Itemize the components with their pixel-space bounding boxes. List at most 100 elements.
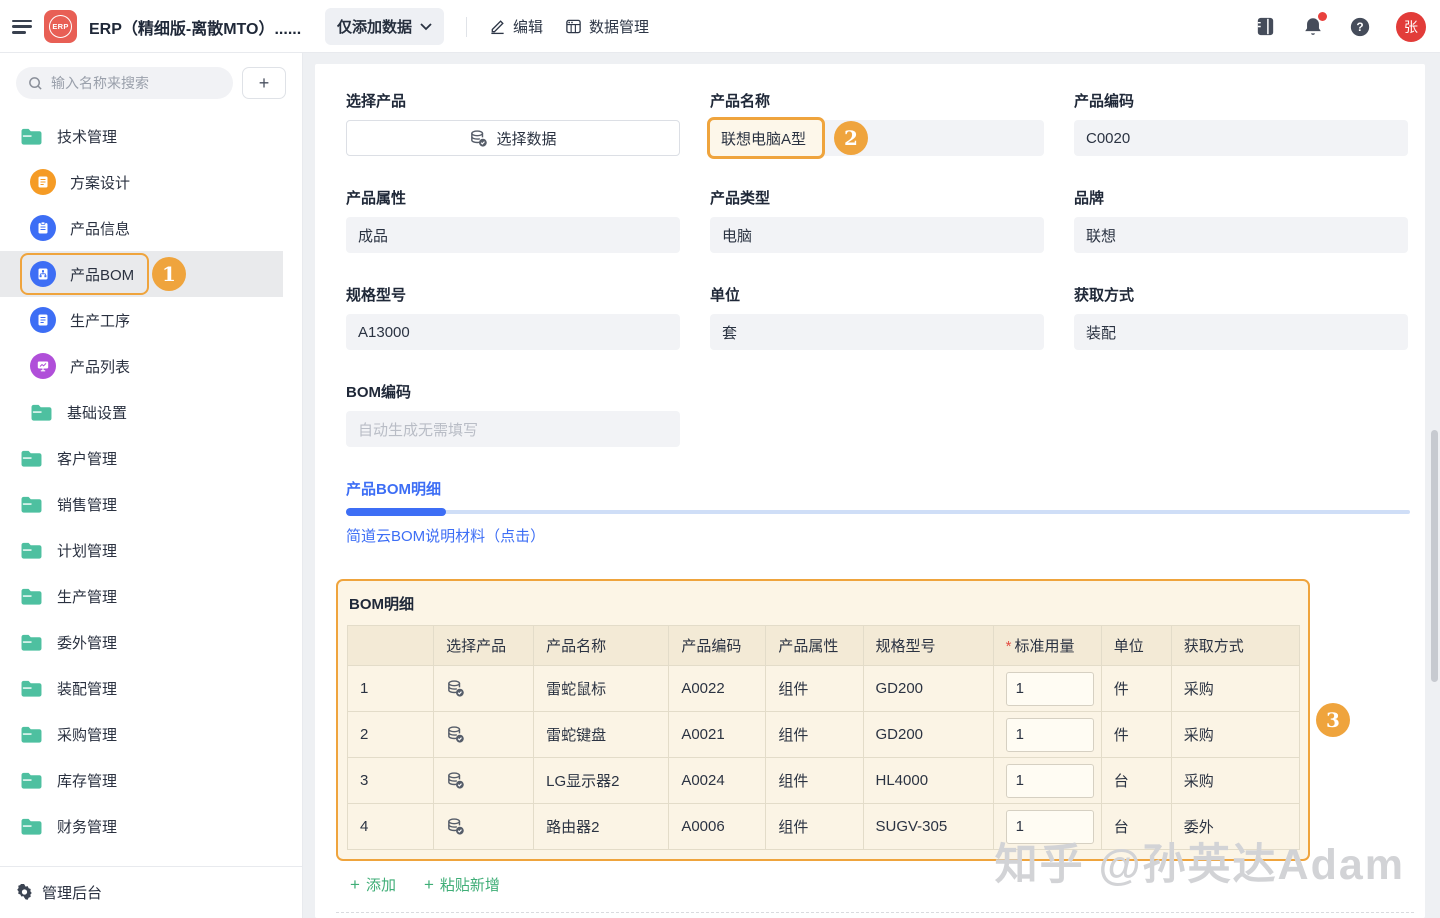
- sidebar-item-方案设计[interactable]: 方案设计: [0, 159, 302, 205]
- field-label: 规格型号: [346, 284, 680, 305]
- field-placeholder: 自动生成无需填写: [358, 419, 478, 440]
- mode-dropdown-button[interactable]: 仅添加数据: [325, 8, 444, 45]
- journal-icon[interactable]: [1254, 15, 1277, 38]
- sidebar-item-产品信息[interactable]: 产品信息: [0, 205, 302, 251]
- row-method: 委外: [1171, 804, 1299, 850]
- table-row: 3LG显示器2A0024组件HL4000台采购: [348, 758, 1300, 804]
- monitor-icon: [30, 353, 56, 379]
- top-bar: ERP ERP（精细版-离散MTO）...... 仅添加数据 编辑 数据管理 ?…: [0, 0, 1440, 53]
- folder-icon: [20, 127, 43, 146]
- form-footer-divider: [336, 912, 1414, 913]
- bell-icon[interactable]: [1302, 15, 1324, 38]
- sidebar-item-产品BOM[interactable]: 产品BOM1: [0, 251, 302, 297]
- bom-code-input[interactable]: 自动生成无需填写: [346, 411, 680, 447]
- qty-input[interactable]: [1006, 764, 1094, 798]
- field-group-单位: 单位套: [710, 284, 1044, 350]
- sidebar-item-客户管理[interactable]: 客户管理: [0, 435, 302, 481]
- search-input[interactable]: 输入名称来搜索: [16, 67, 233, 99]
- column-header-产品属性: 产品属性: [766, 626, 863, 666]
- admin-console-button[interactable]: 管理后台: [0, 866, 302, 918]
- folder-icon: [20, 679, 43, 698]
- add-app-button[interactable]: +: [242, 67, 286, 99]
- row-unit: 件: [1101, 712, 1171, 758]
- add-row-label: 添加: [366, 874, 396, 895]
- sidebar-item-产品列表[interactable]: 产品列表: [0, 343, 302, 389]
- folder-icon: [20, 495, 43, 514]
- folder-icon: [20, 725, 43, 744]
- field-label: 产品编码: [1074, 90, 1408, 111]
- tab-product-bom-detail[interactable]: 产品BOM明细: [346, 478, 441, 499]
- row-index: 1: [348, 666, 434, 712]
- avatar[interactable]: 张: [1396, 12, 1426, 42]
- row-spec: HL4000: [863, 758, 993, 804]
- main-content: 选择产品选择数据产品名称联想电脑A型2产品编码C0020产品属性成品产品类型电脑…: [303, 53, 1440, 918]
- paste-add-button[interactable]: + 粘贴新增: [424, 874, 500, 895]
- row-product-name: 雷蛇鼠标: [534, 666, 669, 712]
- data-manage-button[interactable]: 数据管理: [565, 16, 649, 37]
- data-manage-grid-icon: [565, 18, 582, 35]
- readonly-field: 装配: [1074, 314, 1408, 350]
- row-method: 采购: [1171, 758, 1299, 804]
- doc-icon: [30, 307, 56, 333]
- toolbar-divider: [466, 17, 467, 37]
- database-select-icon: [469, 129, 488, 148]
- qty-input[interactable]: [1006, 810, 1094, 844]
- clipboard-icon: [30, 215, 56, 241]
- column-header-选择产品: 选择产品: [434, 626, 534, 666]
- annotation-badge-1: 1: [152, 257, 186, 291]
- sidebar: 输入名称来搜索 + 技术管理方案设计产品信息产品BOM1生产工序产品列表基础设置…: [0, 53, 303, 918]
- column-header-单位: 单位: [1101, 626, 1171, 666]
- folder-icon: [20, 449, 43, 468]
- field-group-产品名称: 产品名称联想电脑A型2: [710, 90, 1044, 156]
- row-select-product[interactable]: [434, 712, 534, 758]
- select-data-button[interactable]: 选择数据: [346, 120, 680, 156]
- add-row-button[interactable]: + 添加: [350, 874, 396, 895]
- sidebar-item-库存管理[interactable]: 库存管理: [0, 757, 302, 803]
- sidebar-item-label: 技术管理: [57, 126, 117, 147]
- sidebar-item-生产管理[interactable]: 生产管理: [0, 573, 302, 619]
- folder-icon: [20, 541, 43, 560]
- help-icon[interactable]: ?: [1349, 16, 1371, 38]
- sidebar-item-计划管理[interactable]: 计划管理: [0, 527, 302, 573]
- field-value: 联想电脑A型: [721, 128, 806, 149]
- sidebar-item-生产工序[interactable]: 生产工序: [0, 297, 302, 343]
- vertical-scrollbar[interactable]: [1431, 430, 1438, 682]
- row-spec: GD200: [863, 712, 993, 758]
- readonly-field: C0020: [1074, 120, 1408, 156]
- qty-input[interactable]: [1006, 672, 1094, 706]
- field-value: 电脑: [722, 225, 752, 246]
- row-select-product[interactable]: [434, 758, 534, 804]
- qty-input[interactable]: [1006, 718, 1094, 752]
- hamburger-menu-icon[interactable]: [12, 20, 32, 34]
- sidebar-item-财务管理[interactable]: 财务管理: [0, 803, 302, 849]
- product-name-field[interactable]: 联想电脑A型2: [710, 120, 1044, 156]
- field-group-品牌: 品牌联想: [1074, 187, 1408, 253]
- column-header-产品名称: 产品名称: [534, 626, 669, 666]
- sidebar-item-销售管理[interactable]: 销售管理: [0, 481, 302, 527]
- row-select-product[interactable]: [434, 804, 534, 850]
- folder-icon: [20, 771, 43, 790]
- notification-dot: [1318, 12, 1327, 21]
- sidebar-item-label: 销售管理: [57, 494, 117, 515]
- bom-doc-link[interactable]: 简道云BOM说明材料（点击）: [346, 525, 545, 546]
- sidebar-item-装配管理[interactable]: 装配管理: [0, 665, 302, 711]
- app-logo[interactable]: ERP: [44, 10, 77, 43]
- field-value: A13000: [358, 324, 410, 341]
- sidebar-item-label: 库存管理: [57, 770, 117, 791]
- sidebar-item-label: 装配管理: [57, 678, 117, 699]
- edit-label: 编辑: [513, 16, 543, 37]
- tab-section: 产品BOM明细 简道云BOM说明材料（点击）: [346, 478, 1410, 546]
- sidebar-item-委外管理[interactable]: 委外管理: [0, 619, 302, 665]
- sidebar-item-label: 客户管理: [57, 448, 117, 469]
- sidebar-item-技术管理[interactable]: 技术管理: [0, 113, 302, 159]
- folder-icon: [20, 633, 43, 652]
- sidebar-item-采购管理[interactable]: 采购管理: [0, 711, 302, 757]
- field-label: 获取方式: [1074, 284, 1408, 305]
- edit-button[interactable]: 编辑: [489, 16, 543, 37]
- sidebar-item-label: 方案设计: [70, 172, 130, 193]
- plus-icon: +: [259, 73, 270, 94]
- required-marker: *: [1006, 638, 1012, 655]
- row-select-product[interactable]: [434, 666, 534, 712]
- sidebar-item-基础设置[interactable]: 基础设置: [0, 389, 302, 435]
- annotation-badge-3: 3: [1316, 703, 1350, 737]
